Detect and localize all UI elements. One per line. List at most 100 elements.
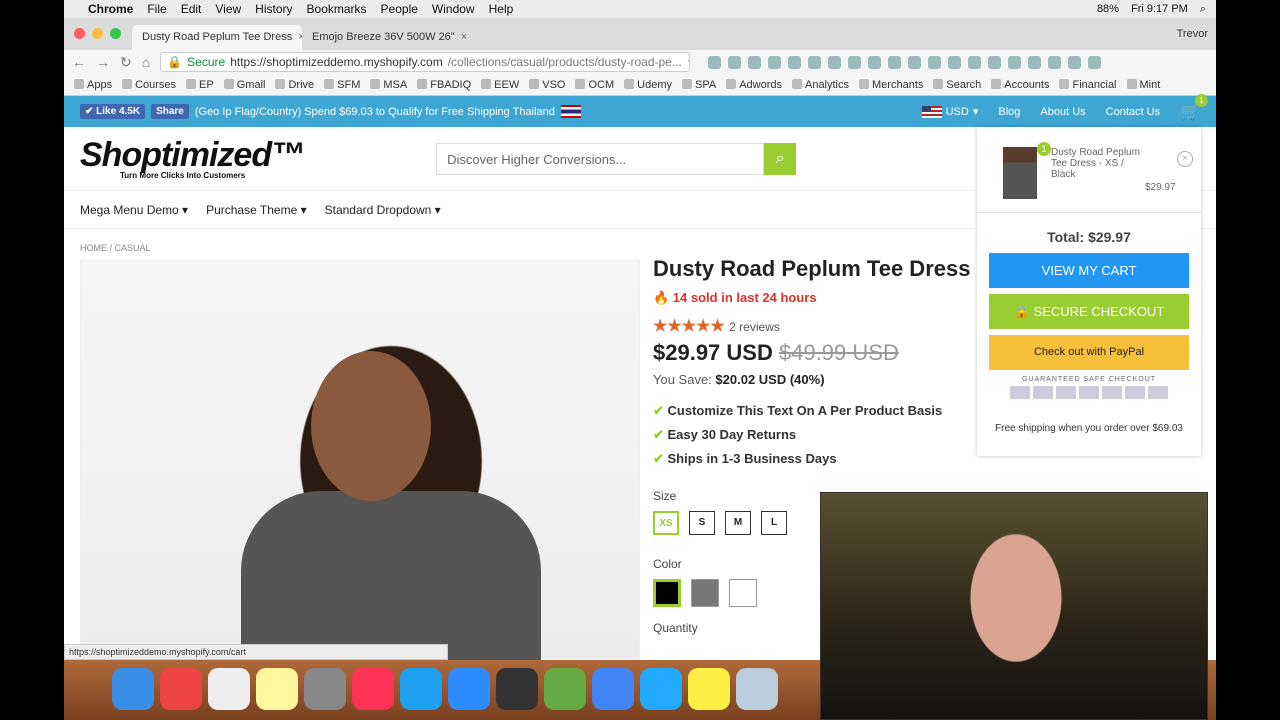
facebook-like-button[interactable]: ✔ Like 4.5K [80, 104, 146, 119]
bookmark-item[interactable]: Mint [1127, 79, 1161, 91]
extension-icon[interactable] [1088, 55, 1102, 69]
product-image[interactable] [80, 260, 640, 661]
menu-help[interactable]: Help [489, 2, 514, 16]
extension-icon[interactable] [768, 55, 782, 69]
bookmark-item[interactable]: Analytics [792, 79, 849, 91]
menu-bookmarks[interactable]: Bookmarks [307, 2, 367, 16]
tab-emojo[interactable]: Emojo Breeze 36V 500W 26" × [302, 25, 472, 50]
extension-icon[interactable] [928, 55, 942, 69]
bookmark-item[interactable]: MSA [370, 79, 407, 91]
nav-purchase-theme[interactable]: Purchase Theme ▾ [206, 203, 307, 217]
home-icon[interactable]: ⌂ [142, 54, 150, 70]
menu-history[interactable]: History [255, 2, 292, 16]
extension-icon[interactable] [1028, 55, 1042, 69]
extension-icon[interactable] [948, 55, 962, 69]
rating-stars[interactable]: ★★★★★ 2 reviews [653, 316, 973, 336]
back-icon[interactable]: ← [72, 54, 86, 70]
reviews-link[interactable]: 2 reviews [729, 320, 780, 334]
color-grey[interactable] [691, 579, 719, 607]
dock-app-icon[interactable] [736, 668, 778, 710]
bookmark-item[interactable]: EP [186, 79, 214, 91]
extension-icon[interactable] [968, 55, 982, 69]
menu-edit[interactable]: Edit [181, 2, 202, 16]
bookmark-item[interactable]: Gmail [224, 79, 266, 91]
app-menu[interactable]: Chrome [88, 2, 133, 16]
extension-icon[interactable] [1008, 55, 1022, 69]
extension-icon[interactable] [728, 55, 742, 69]
size-s[interactable]: S [689, 511, 715, 535]
extension-icon[interactable] [808, 55, 822, 69]
currency-selector[interactable]: USD ▾ [921, 105, 978, 118]
dock-app-icon[interactable] [400, 668, 442, 710]
bookmark-item[interactable]: Apps [74, 79, 112, 91]
dock-app-icon[interactable] [112, 668, 154, 710]
menu-file[interactable]: File [147, 2, 166, 16]
bookmark-item[interactable]: SPA [682, 79, 716, 91]
battery-status[interactable]: 88% [1097, 3, 1119, 16]
view-cart-button[interactable]: VIEW MY CART [989, 253, 1189, 288]
bookmark-item[interactable]: Adwords [726, 79, 782, 91]
extension-icon[interactable] [908, 55, 922, 69]
extension-icon[interactable] [1068, 55, 1082, 69]
about-link[interactable]: About Us [1040, 106, 1085, 118]
bookmark-item[interactable]: FBADIQ [417, 79, 471, 91]
profile-name[interactable]: Trevor [1177, 28, 1208, 40]
tab-dusty-road[interactable]: Dusty Road Peplum Tee Dress × [132, 25, 302, 50]
close-tab-icon[interactable]: × [461, 31, 467, 44]
extension-icon[interactable] [1048, 55, 1062, 69]
forward-icon[interactable]: → [96, 54, 110, 70]
extension-icon[interactable] [868, 55, 882, 69]
star-icon[interactable]: ☆ [687, 55, 689, 69]
dock-app-icon[interactable] [448, 668, 490, 710]
secure-checkout-button[interactable]: 🔒 SECURE CHECKOUT [989, 294, 1189, 329]
extension-icon[interactable] [828, 55, 842, 69]
dock-app-icon[interactable] [160, 668, 202, 710]
store-logo[interactable]: Shoptimized™ Turn More Clicks Into Custom… [80, 138, 305, 180]
dock-app-icon[interactable] [544, 668, 586, 710]
remove-item-icon[interactable]: × [1177, 151, 1193, 167]
extension-icon[interactable] [888, 55, 902, 69]
bookmark-item[interactable]: Courses [122, 79, 176, 91]
bookmark-item[interactable]: OCM [575, 79, 614, 91]
dock-app-icon[interactable] [352, 668, 394, 710]
cart-item-thumbnail[interactable]: 1 [1003, 142, 1051, 199]
clock[interactable]: Fri 9:17 PM [1131, 3, 1188, 16]
color-white[interactable] [729, 579, 757, 607]
bookmark-item[interactable]: Merchants [859, 79, 923, 91]
size-m[interactable]: M [725, 511, 751, 535]
cart-icon[interactable]: 🛒 1 [1180, 93, 1208, 122]
bookmark-item[interactable]: Accounts [991, 79, 1049, 91]
contact-link[interactable]: Contact Us [1106, 106, 1160, 118]
close-window-button[interactable] [74, 28, 85, 39]
dock-app-icon[interactable] [208, 668, 250, 710]
minimize-window-button[interactable] [92, 28, 103, 39]
extension-icon[interactable] [848, 55, 862, 69]
blog-link[interactable]: Blog [998, 106, 1020, 118]
bookmark-item[interactable]: Search [933, 79, 981, 91]
search-button[interactable]: ⌕ [764, 142, 797, 175]
bookmark-item[interactable]: Drive [275, 79, 314, 91]
menu-view[interactable]: View [215, 2, 241, 16]
menu-window[interactable]: Window [432, 2, 475, 16]
size-xs[interactable]: XS [653, 511, 679, 535]
extension-icon[interactable] [988, 55, 1002, 69]
extension-icon[interactable] [708, 55, 722, 69]
menu-people[interactable]: People [381, 2, 418, 16]
cart-item-name[interactable]: Dusty Road Peplum Tee Dress - XS / Black [1051, 147, 1141, 200]
bookmark-item[interactable]: SFM [324, 79, 360, 91]
nav-mega-menu[interactable]: Mega Menu Demo ▾ [80, 203, 188, 217]
dock-app-icon[interactable] [688, 668, 730, 710]
nav-standard-dropdown[interactable]: Standard Dropdown ▾ [325, 203, 441, 217]
zoom-window-button[interactable] [110, 28, 121, 39]
dock-app-icon[interactable] [256, 668, 298, 710]
dock-app-icon[interactable] [592, 668, 634, 710]
size-l[interactable]: L [761, 511, 787, 535]
paypal-checkout-button[interactable]: Check out with PayPal [989, 335, 1189, 370]
facebook-share-button[interactable]: Share [151, 104, 189, 119]
extension-icon[interactable] [788, 55, 802, 69]
extension-icon[interactable] [748, 55, 762, 69]
dock-app-icon[interactable] [304, 668, 346, 710]
bookmark-item[interactable]: VSO [529, 79, 565, 91]
bookmark-item[interactable]: EEW [481, 79, 519, 91]
bookmark-item[interactable]: Financial [1059, 79, 1116, 91]
